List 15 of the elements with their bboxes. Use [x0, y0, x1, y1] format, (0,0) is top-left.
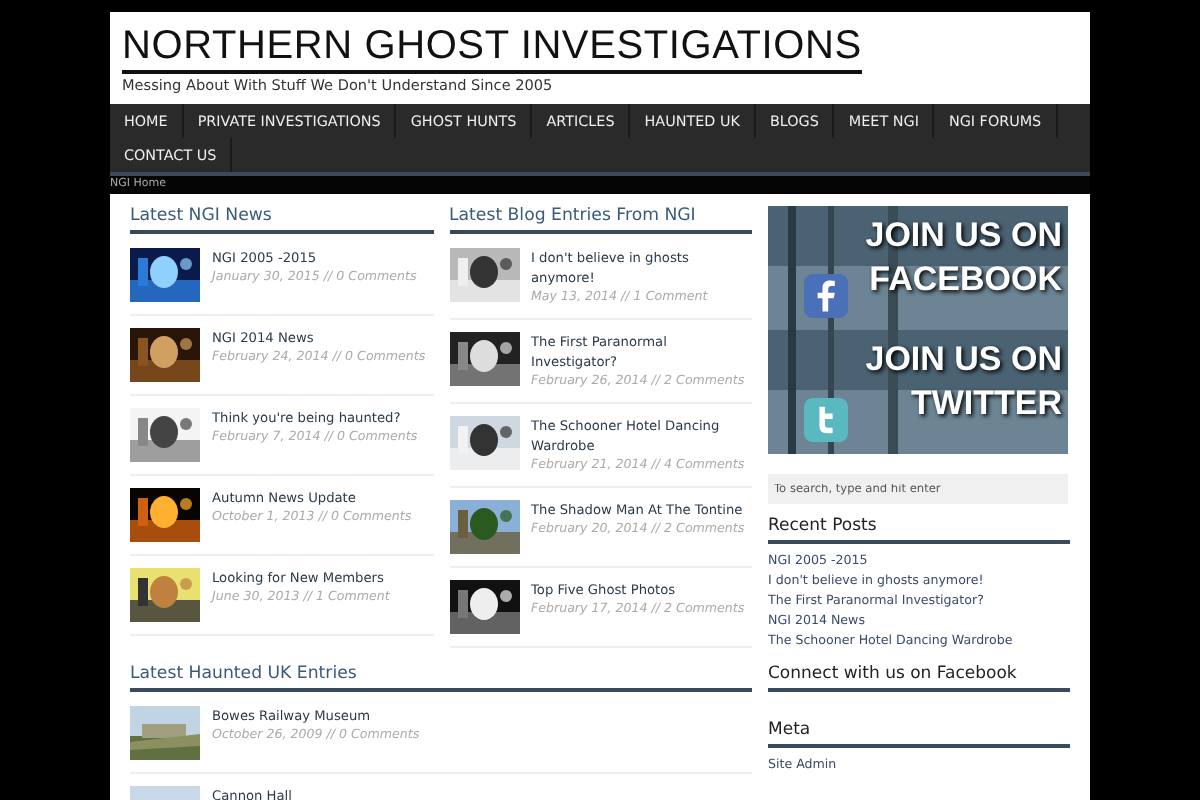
site-title[interactable]: NORTHERN GHOST INVESTIGATIONS: [122, 24, 862, 74]
social-banner[interactable]: JOIN US ON TWITTER: [768, 330, 1070, 454]
section-heading: Latest Haunted UK Entries: [130, 664, 752, 692]
banner-text: JOIN US ON: [865, 338, 1062, 382]
banner-text: FACEBOOK: [869, 258, 1062, 302]
section-heading: Latest NGI News: [130, 206, 433, 234]
banner-text: TWITTER: [910, 382, 1062, 426]
section-heading: Connect with us on Facebook: [768, 664, 1070, 692]
twitter-icon: [804, 398, 848, 442]
section-heading: Recent Posts: [768, 516, 1070, 544]
facebook-icon: [804, 274, 848, 318]
social-banner[interactable]: JOIN US ON FACEBOOK: [768, 206, 1070, 330]
section-heading: Latest Blog Entries From NGI: [449, 206, 752, 234]
section-heading: Meta: [768, 720, 1070, 748]
banner-text: JOIN US ON: [865, 214, 1062, 258]
